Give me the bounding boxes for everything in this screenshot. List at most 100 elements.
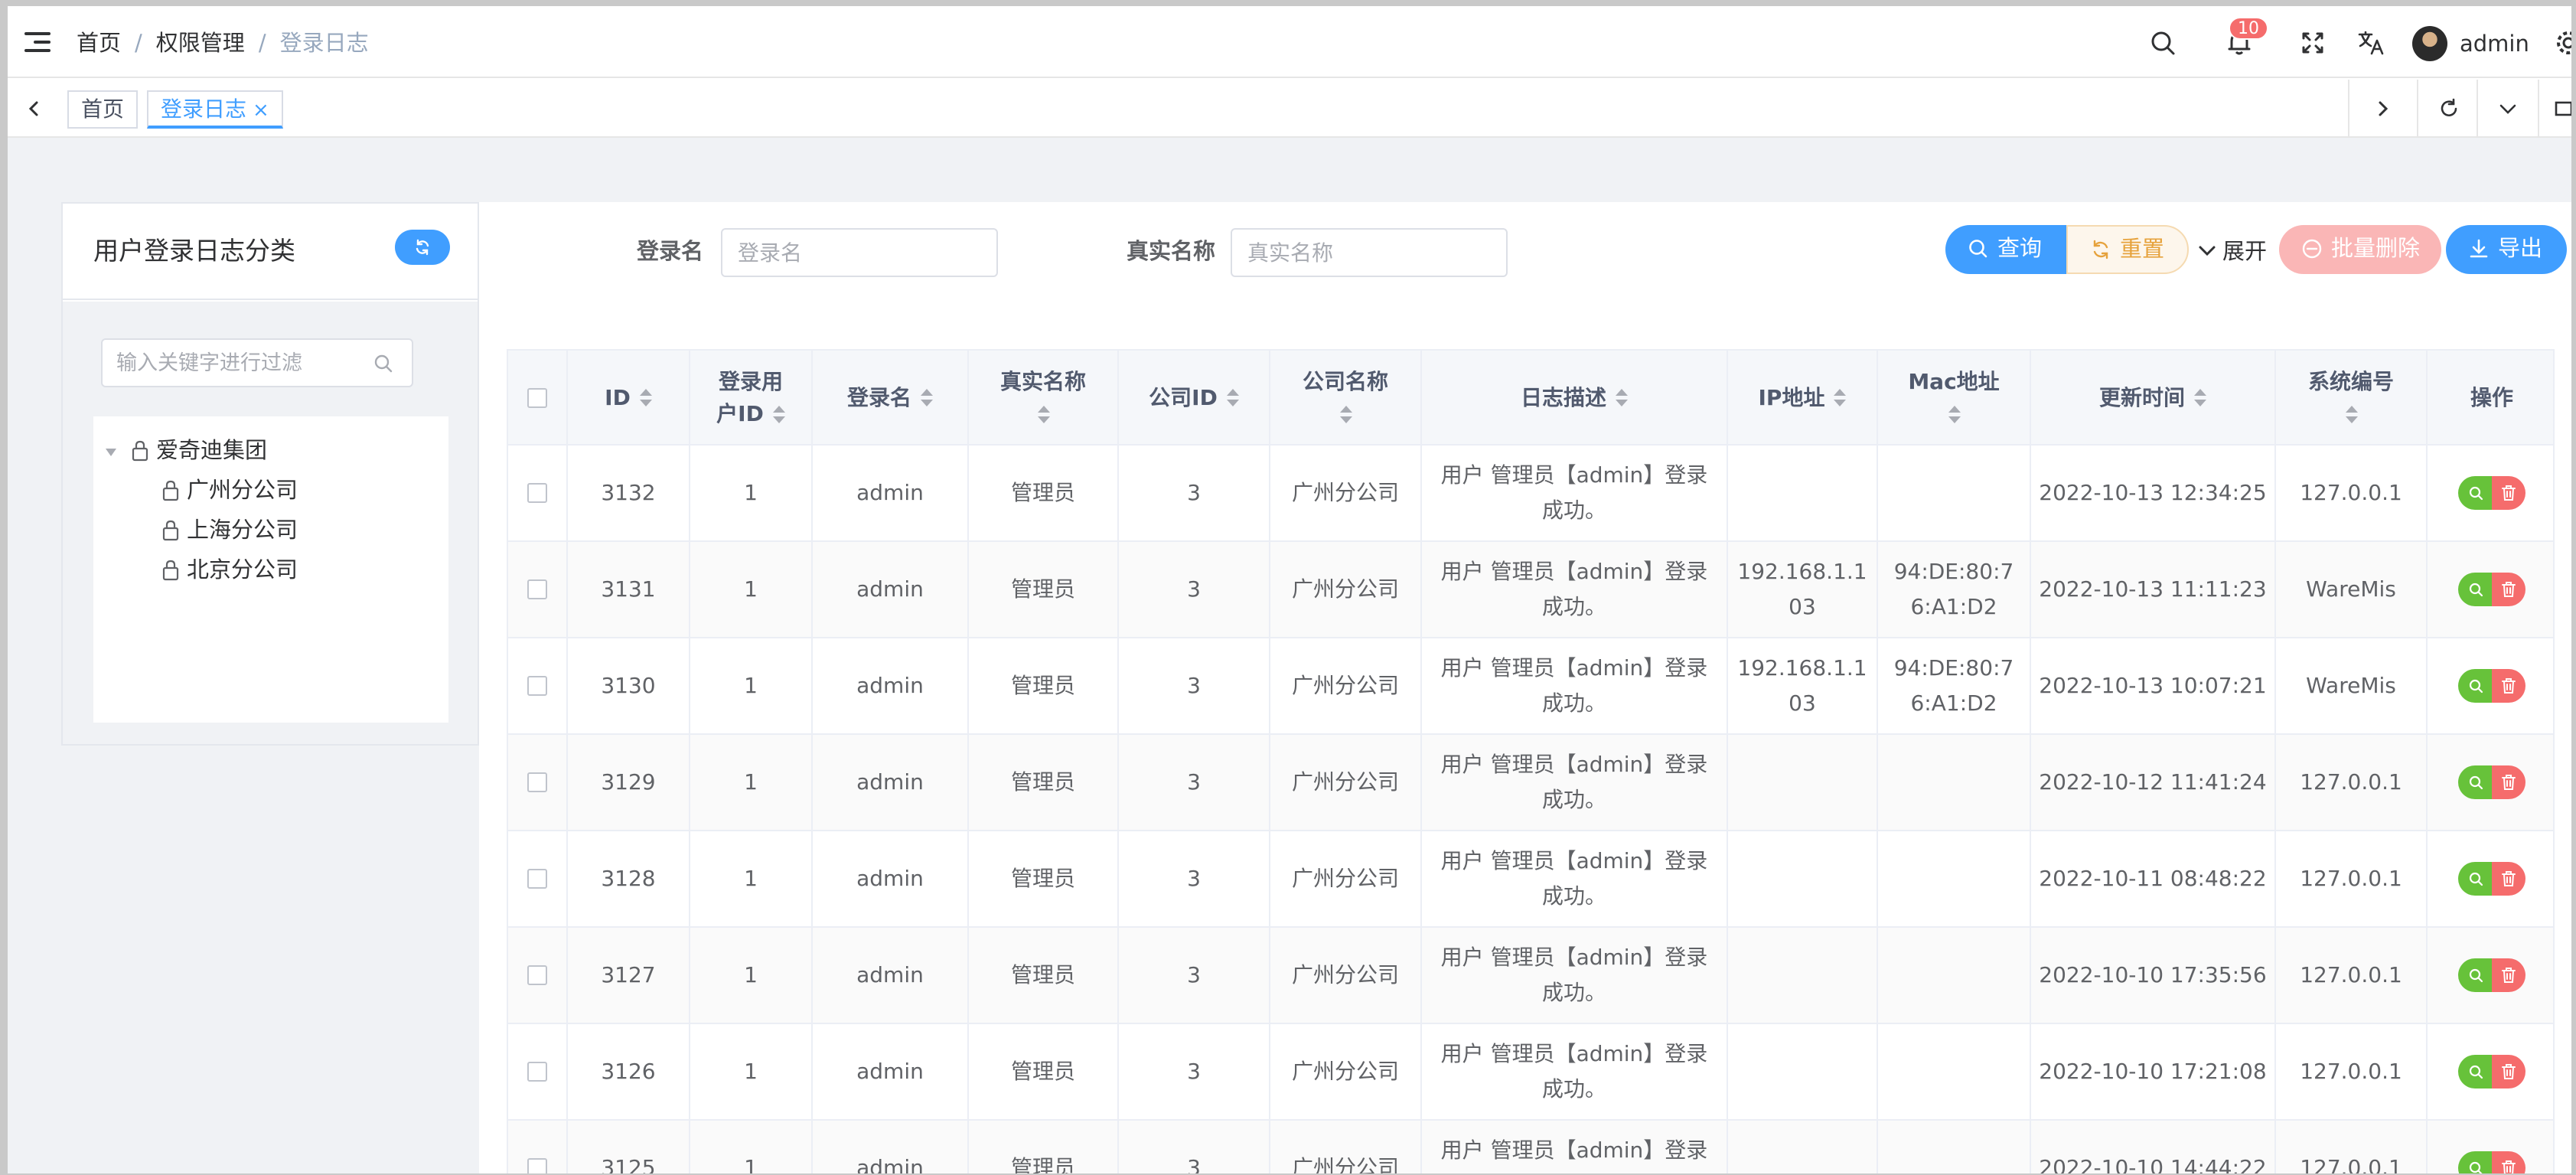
view-button[interactable] — [2458, 476, 2492, 510]
cell-user-id: 1 — [690, 735, 813, 830]
delete-button[interactable] — [2492, 573, 2525, 606]
tree-node-guangzhou[interactable]: 广州分公司 — [187, 475, 298, 505]
view-button[interactable] — [2458, 765, 2492, 799]
view-button[interactable] — [2458, 1055, 2492, 1089]
sort-icon[interactable] — [1614, 387, 1628, 409]
menu-toggle-icon[interactable] — [24, 32, 51, 52]
th-user-id[interactable]: 登录用 户ID — [690, 351, 813, 446]
tag-home[interactable]: 首页 — [67, 90, 139, 129]
delete-button[interactable] — [2492, 669, 2525, 703]
search-icon[interactable] — [2147, 28, 2178, 58]
lock-icon — [162, 520, 179, 541]
th-update-time[interactable]: 更新时间 — [2031, 351, 2276, 446]
chevron-left-icon[interactable] — [23, 98, 44, 119]
cell-description-text: 用户 管理员【admin】登录成功。 — [1441, 554, 1708, 625]
row-checkbox[interactable] — [527, 676, 547, 696]
cell-description-text: 用户 管理员【admin】登录成功。 — [1441, 1133, 1708, 1173]
cell-description-text: 用户 管理员【admin】登录成功。 — [1441, 940, 1708, 1010]
login-name-input[interactable] — [721, 228, 998, 277]
cell-description-text: 用户 管理员【admin】登录成功。 — [1441, 651, 1708, 721]
row-checkbox[interactable] — [527, 869, 547, 889]
sort-icon[interactable] — [771, 404, 785, 426]
breadcrumb-permission[interactable]: 权限管理 — [156, 30, 245, 56]
th-login-name[interactable]: 登录名 — [813, 351, 969, 446]
sort-icon[interactable] — [1947, 404, 1961, 426]
tags-dropdown-button[interactable] — [2477, 80, 2538, 138]
table-row[interactable]: 3132 1 admin 管理员 3 广州分公司 用户 管理员【admin】登录 成功。 202… — [508, 446, 2553, 542]
th-company-id[interactable]: 公司ID — [1119, 351, 1270, 446]
tag-login-log[interactable]: 登录日志 × — [147, 90, 283, 129]
tree-filter-input[interactable] — [116, 348, 361, 378]
close-icon[interactable]: × — [253, 99, 269, 122]
fullscreen-icon[interactable] — [2297, 28, 2328, 58]
table-row[interactable]: 3130 1 admin 管理员 3 广州分公司 用户 管理员【admin】登录 成功。 192… — [508, 638, 2553, 735]
cell-real-name-text: 管理员 — [1010, 1059, 1075, 1084]
row-checkbox[interactable] — [527, 1158, 547, 1173]
translate-icon[interactable] — [2356, 28, 2386, 58]
view-button[interactable] — [2458, 573, 2492, 606]
tags-refresh-button[interactable] — [2417, 80, 2477, 138]
row-checkbox[interactable] — [527, 483, 547, 503]
delete-button[interactable] — [2492, 476, 2525, 510]
row-checkbox[interactable] — [527, 965, 547, 985]
view-button[interactable] — [2458, 958, 2492, 992]
sort-icon[interactable] — [2193, 387, 2206, 409]
sort-icon[interactable] — [919, 387, 933, 409]
th-mac[interactable]: Mac地址 — [1878, 351, 2031, 446]
reset-button[interactable]: 重置 — [2066, 225, 2189, 274]
row-checkbox[interactable] — [527, 1062, 547, 1082]
real-name-input[interactable] — [1231, 228, 1508, 277]
th-system-code[interactable]: 系统编号 — [2276, 351, 2428, 446]
view-button[interactable] — [2458, 669, 2492, 703]
sort-icon[interactable] — [638, 387, 652, 409]
tree-node-root[interactable]: 爱奇迪集团 — [156, 435, 267, 465]
view-button[interactable] — [2458, 862, 2492, 896]
th-ip[interactable]: IP地址 — [1728, 351, 1878, 446]
sort-icon[interactable] — [1339, 404, 1352, 426]
username[interactable]: admin — [2460, 29, 2529, 58]
gear-icon[interactable] — [2553, 28, 2571, 58]
export-button[interactable]: 导出 — [2446, 225, 2567, 274]
row-checkbox[interactable] — [527, 772, 547, 792]
th-real-name[interactable]: 真实名称 — [969, 351, 1119, 446]
table-row[interactable]: 3131 1 admin 管理员 3 广州分公司 用户 管理员【admin】登录 成功。 192… — [508, 542, 2553, 638]
cell-company-id-text: 3 — [1187, 673, 1201, 698]
tree-node-beijing[interactable]: 北京分公司 — [187, 554, 298, 585]
tags-maximize-button[interactable] — [2538, 80, 2571, 138]
cell-company-name-text: 广州分公司 — [1291, 673, 1399, 698]
th-description[interactable]: 日志描述 — [1422, 351, 1728, 446]
sort-icon[interactable] — [1832, 387, 1847, 409]
table-row[interactable]: 3125 1 admin 管理员 3 广州分公司 用户 管理员【admin】登录成功。 202… — [508, 1121, 2553, 1173]
delete-button[interactable] — [2492, 862, 2525, 896]
tree-filter-field[interactable] — [101, 338, 413, 387]
th-id[interactable]: ID — [568, 351, 690, 446]
th-company-name[interactable]: 公司名称 — [1270, 351, 1422, 446]
delete-button[interactable] — [2492, 765, 2525, 799]
delete-button[interactable] — [2492, 1055, 2525, 1089]
view-button[interactable] — [2458, 1151, 2492, 1173]
sort-icon[interactable] — [1036, 404, 1050, 426]
select-all-checkbox[interactable] — [527, 388, 547, 408]
breadcrumb-home[interactable]: 首页 — [77, 30, 121, 56]
tags-scroll-right-button[interactable] — [2348, 80, 2417, 138]
sort-icon[interactable] — [2344, 404, 2358, 426]
delete-button[interactable] — [2492, 1151, 2525, 1173]
table-row[interactable]: 3127 1 admin 管理员 3 广州分公司 用户 管理员【admin】登录 成功。 202… — [508, 928, 2553, 1024]
query-button[interactable]: 查询 — [1945, 225, 2066, 274]
th-system-code-label: 系统编号 — [2307, 369, 2394, 394]
cell-update-time-text: 2022-10-10 17:35:56 — [2039, 962, 2267, 987]
table-row[interactable]: 3128 1 admin 管理员 3 广州分公司 用户 管理员【admin】登录 成功。 202… — [508, 831, 2553, 928]
cell-company-id: 3 — [1119, 1024, 1270, 1119]
refresh-tree-button[interactable] — [395, 230, 450, 265]
batch-delete-button[interactable]: 批量删除 — [2279, 225, 2441, 274]
caret-down-icon[interactable] — [104, 447, 118, 458]
table-row[interactable]: 3129 1 admin 管理员 3 广州分公司 用户 管理员【admin】登录 成功。 202… — [508, 735, 2553, 831]
row-checkbox[interactable] — [527, 579, 547, 599]
table-row[interactable]: 3126 1 admin 管理员 3 广州分公司 用户 管理员【admin】登录 成功。 202… — [508, 1024, 2553, 1121]
cell-actions — [2428, 735, 2553, 830]
delete-button[interactable] — [2492, 958, 2525, 992]
expand-toggle[interactable]: 展开 — [2196, 236, 2267, 266]
tree-node-shanghai[interactable]: 上海分公司 — [187, 514, 298, 545]
sort-icon[interactable] — [1225, 387, 1239, 409]
avatar[interactable] — [2412, 26, 2447, 61]
